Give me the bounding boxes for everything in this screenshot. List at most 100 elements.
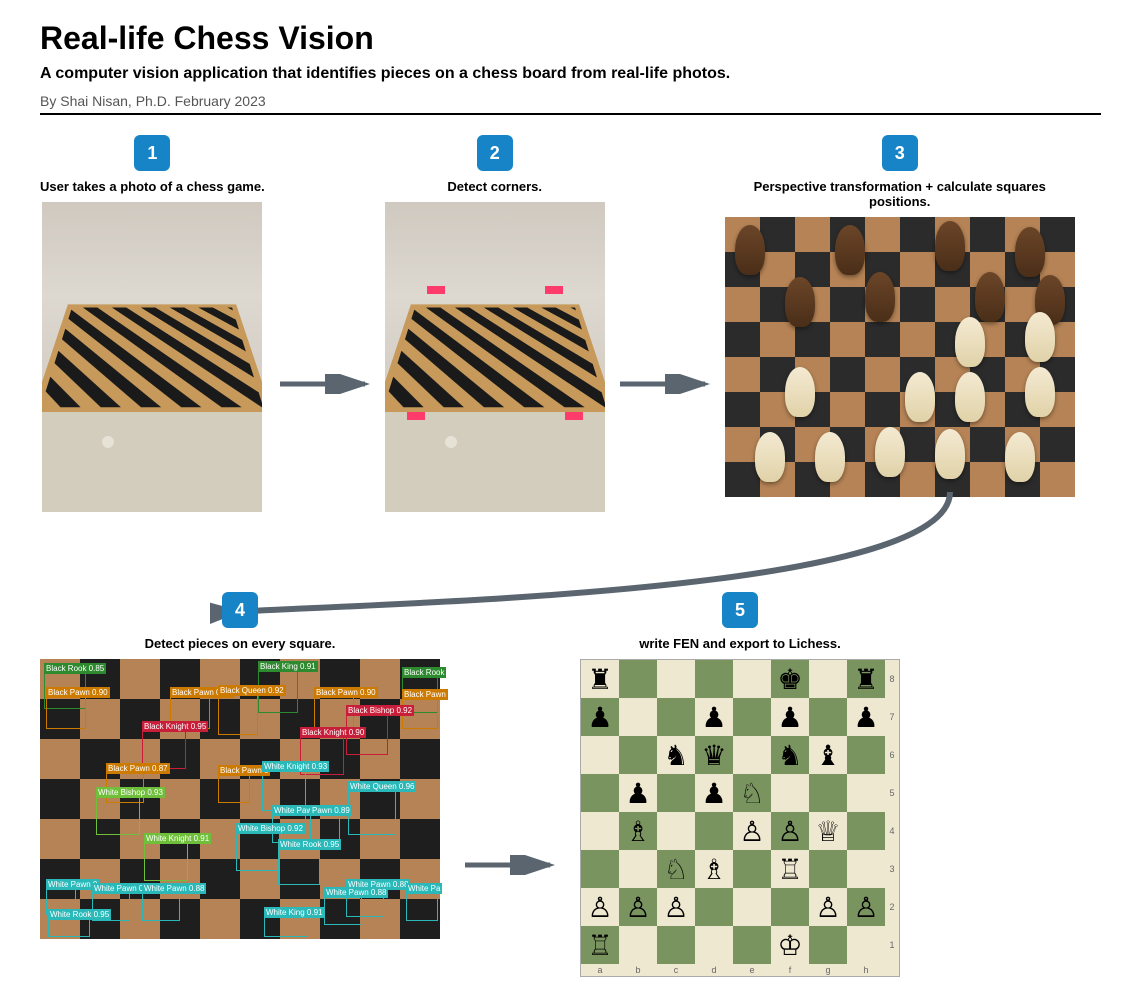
detection-label: White Pawn 0.88 xyxy=(324,887,388,898)
step-badge-2: 2 xyxy=(477,135,513,171)
board-square: ♖ xyxy=(581,926,619,964)
board-square xyxy=(619,850,657,888)
board-square xyxy=(733,736,771,774)
step-badge-1: 1 xyxy=(134,135,170,171)
board-square: ♖ xyxy=(771,850,809,888)
board-square xyxy=(733,660,771,698)
step-badge-4: 4 xyxy=(222,592,258,628)
detection-label: White Queen 0.96 xyxy=(348,781,416,792)
page-subtitle: A computer vision application that ident… xyxy=(40,65,1101,83)
file-coord: e xyxy=(733,964,771,976)
rank-coord: 3 xyxy=(885,850,899,888)
step-caption-4: Detect pieces on every square. xyxy=(145,636,336,651)
step-4-image: Black Rook 0.85Black King 0.91Black Rook… xyxy=(40,659,440,939)
board-square xyxy=(695,812,733,850)
board-square xyxy=(619,926,657,964)
board-square xyxy=(809,774,847,812)
board-square xyxy=(847,850,885,888)
board-square: ♟ xyxy=(695,698,733,736)
board-square: ♗ xyxy=(695,850,733,888)
board-square xyxy=(657,812,695,850)
board-square: ♗ xyxy=(619,812,657,850)
detection-label: White Knight 0.93 xyxy=(262,761,329,772)
detection-label: White Bishop 0.93 xyxy=(96,787,165,798)
board-square: ♙ xyxy=(847,888,885,926)
board-square xyxy=(695,660,733,698)
board-square: ♙ xyxy=(771,812,809,850)
board-square xyxy=(733,926,771,964)
flow-row-1: 1 User takes a photo of a chess game. 2 … xyxy=(40,135,1101,512)
detection-label: White Bishop 0.92 xyxy=(236,823,305,834)
rank-coord: 6 xyxy=(885,736,899,774)
detection-label: Black Rook 0.85 xyxy=(44,663,106,674)
detection-label: White King 0.91 xyxy=(264,907,324,918)
board-square xyxy=(619,736,657,774)
detection-label: Pawn 0.89 xyxy=(310,805,352,816)
board-square xyxy=(809,926,847,964)
arrow-3-to-4-container xyxy=(40,512,1101,592)
detection-label: Black Bishop 0.92 xyxy=(346,705,414,716)
board-square: ♜ xyxy=(847,660,885,698)
board-square xyxy=(733,698,771,736)
board-square: ♝ xyxy=(809,736,847,774)
arrow-4-to-5 xyxy=(460,855,560,875)
rank-coord: 7 xyxy=(885,698,899,736)
step-caption-2: Detect corners. xyxy=(447,179,542,194)
board-square xyxy=(657,698,695,736)
step-2-image xyxy=(385,202,605,512)
board-square xyxy=(657,774,695,812)
board-square: ♘ xyxy=(657,850,695,888)
file-coord: a xyxy=(581,964,619,976)
board-square: ♟ xyxy=(771,698,809,736)
rank-coord: 4 xyxy=(885,812,899,850)
board-square: ♟ xyxy=(695,774,733,812)
detection-label: Black Pawn xyxy=(402,689,448,700)
step-5-image: ♜♚♜8♟♟♟♟7♞♛♞♝6♟♟♘5♗♙♙♕4♘♗♖3♙♙♙♙♙2♖♔1abcd… xyxy=(580,659,900,977)
detection-label: White Pa xyxy=(406,883,442,894)
detection-label: Black Rook xyxy=(402,667,446,678)
step-1-image xyxy=(42,202,262,512)
file-coord: g xyxy=(809,964,847,976)
file-coord: f xyxy=(771,964,809,976)
board-square xyxy=(847,926,885,964)
board-square: ♚ xyxy=(771,660,809,698)
board-square xyxy=(847,812,885,850)
arrow-1-to-2 xyxy=(275,374,375,394)
board-square xyxy=(733,888,771,926)
board-square: ♞ xyxy=(657,736,695,774)
board-square xyxy=(581,774,619,812)
board-square xyxy=(619,698,657,736)
detection-label: White Knight 0.91 xyxy=(144,833,211,844)
flow-row-2: 4 Detect pieces on every square. Black R… xyxy=(40,592,1101,977)
detection-label: Black Pawn 0.90 xyxy=(314,687,378,698)
rank-coord: 5 xyxy=(885,774,899,812)
board-square xyxy=(657,926,695,964)
step-2: 2 Detect corners. xyxy=(385,135,605,512)
step-badge-5: 5 xyxy=(722,592,758,628)
rank-coord: 1 xyxy=(885,926,899,964)
board-square: ♟ xyxy=(619,774,657,812)
board-square xyxy=(771,888,809,926)
board-square xyxy=(581,736,619,774)
file-coord: b xyxy=(619,964,657,976)
step-caption-5: write FEN and export to Lichess. xyxy=(639,636,841,651)
detection-label: Black Knight 0.95 xyxy=(142,721,208,732)
detection-label: Black Queen 0.92 xyxy=(218,685,286,696)
board-square xyxy=(771,774,809,812)
board-square: ♙ xyxy=(581,888,619,926)
board-square: ♙ xyxy=(809,888,847,926)
board-square xyxy=(657,660,695,698)
detection-label: Black Pawn 0.87 xyxy=(106,763,170,774)
rank-coord: 8 xyxy=(885,660,899,698)
board-square xyxy=(847,736,885,774)
file-coord: h xyxy=(847,964,885,976)
board-square xyxy=(619,660,657,698)
board-square: ♘ xyxy=(733,774,771,812)
board-square: ♙ xyxy=(657,888,695,926)
step-3: 3 Perspective transformation + calculate… xyxy=(725,135,1075,497)
board-square xyxy=(581,812,619,850)
detection-label: White Pawn 0.88 xyxy=(142,883,206,894)
file-coord: d xyxy=(695,964,733,976)
board-square: ♕ xyxy=(809,812,847,850)
file-coord: c xyxy=(657,964,695,976)
